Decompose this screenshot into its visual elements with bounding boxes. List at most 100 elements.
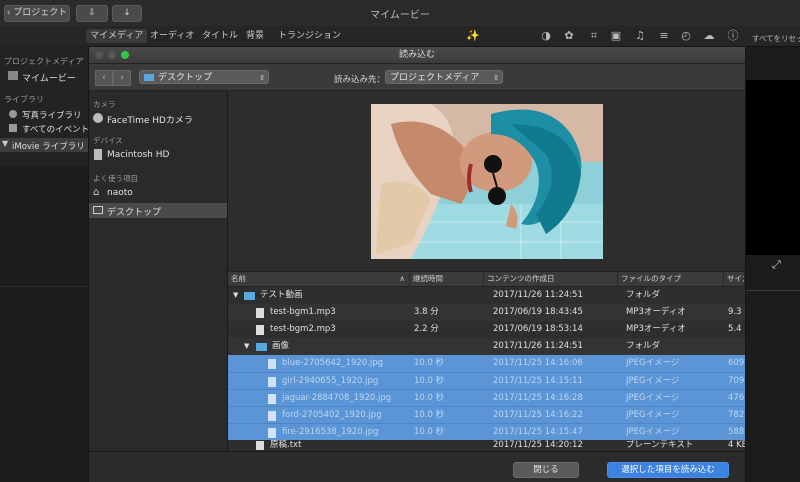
table-row[interactable]: 原稿.txt 2017/11/25 14:20:12 プレーンテキスト 4 KB	[228, 440, 745, 451]
source-item-facetime-camera[interactable]: FaceTime HDカメラ	[107, 113, 193, 126]
file-type: JPEGイメージ	[626, 376, 680, 386]
dialog-footer: 閉じる 選択した項目を読み込む	[89, 451, 745, 482]
image-file-icon	[268, 411, 276, 421]
chevron-right-icon: ›	[120, 73, 124, 83]
file-date: 2017/11/25 14:15:47	[493, 427, 583, 437]
noise-reduction-icon[interactable]: ☁	[703, 30, 715, 42]
chevron-left-icon: ‹	[102, 73, 106, 83]
column-header-name[interactable]: 名前 ∧	[228, 272, 410, 286]
tab-my-media[interactable]: マイメディア	[86, 29, 148, 43]
color-palette-icon[interactable]: ✿	[563, 30, 575, 42]
library-item-all-events[interactable]: すべてのイベント	[22, 123, 88, 135]
file-type: JPEGイメージ	[626, 410, 680, 420]
up-down-chevron-icon: ⇳	[493, 74, 499, 82]
reset-all-button[interactable]: すべてをリセット	[752, 33, 800, 44]
zoom-window-button[interactable]	[121, 51, 129, 59]
file-name: girl-2940655_1920.jpg	[282, 376, 379, 386]
file-size: 476	[728, 393, 745, 403]
magic-wand-icon[interactable]: ✨	[466, 30, 480, 42]
file-date: 2017/06/19 18:53:14	[493, 324, 583, 334]
disclosure-triangle-icon[interactable]: ▼	[244, 338, 249, 355]
file-type: フォルダ	[626, 341, 661, 351]
table-row[interactable]: blue-2705642_1920.jpg 10.0 秒 2017/11/25 …	[228, 355, 745, 372]
source-item-home[interactable]: naoto	[107, 188, 133, 198]
table-row[interactable]: fire-2916538_1920.jpg 10.0 秒 2017/11/25 …	[228, 423, 745, 441]
equalizer-icon[interactable]: ≡	[658, 30, 670, 42]
close-window-button[interactable]	[95, 51, 103, 59]
project-media-heading: プロジェクトメディア	[4, 57, 84, 66]
text-file-icon	[256, 441, 264, 450]
imovie-library-label: iMovie ライブラリ	[12, 142, 85, 152]
import-destination-select[interactable]: プロジェクトメディア ⇳	[385, 70, 503, 84]
tab-transitions[interactable]: トランジション	[274, 29, 345, 43]
audio-file-icon	[256, 325, 264, 335]
speed-icon[interactable]: ◴	[680, 30, 692, 42]
desktop-icon	[93, 206, 103, 214]
tab-titles[interactable]: タイトル	[198, 29, 242, 43]
fullscreen-icon[interactable]: ⤢	[772, 258, 781, 272]
file-duration: 10.0 秒	[414, 410, 445, 420]
file-name: 原稿.txt	[270, 440, 302, 450]
imovie-library-row[interactable]: ▼ iMovie ライブラリ	[0, 138, 88, 152]
forward-nav-button[interactable]: ›	[113, 70, 131, 86]
image-file-icon	[268, 394, 276, 404]
file-duration: 3.8 分	[414, 307, 439, 317]
source-sidebar: カメラ FaceTime HDカメラ デバイス Macintosh HD よく使…	[89, 91, 228, 451]
divider	[0, 286, 88, 287]
image-file-icon	[268, 377, 276, 387]
film-icon	[8, 71, 18, 80]
file-type: JPEGイメージ	[626, 427, 680, 437]
table-row[interactable]: ▼ 画像 2017/11/26 11:24:51 フォルダ	[228, 338, 745, 355]
file-date: 2017/06/19 18:43:45	[493, 307, 583, 317]
back-nav-button[interactable]: ‹	[95, 70, 113, 86]
table-row[interactable]: test-bgm2.mp3 2.2 分 2017/06/19 18:53:14 …	[228, 321, 745, 338]
location-select[interactable]: デスクトップ ⇳	[139, 70, 269, 84]
viewer	[744, 80, 800, 255]
close-button[interactable]: 閉じる	[513, 462, 579, 478]
camera-heading: カメラ	[93, 100, 116, 109]
column-header-date[interactable]: コンテンツの作成日	[484, 272, 618, 286]
dialog-toolbar: ‹ › デスクトップ ⇳ 読み込み先： プロジェクトメディア ⇳	[89, 64, 745, 91]
file-table-header: 名前∧ 継続時間 コンテンツの作成日 ファイルのタイプ サイズ	[228, 271, 745, 287]
source-item-macintosh-hd[interactable]: Macintosh HD	[107, 150, 169, 160]
stabilization-icon[interactable]: ▣	[610, 30, 622, 42]
source-item-desktop[interactable]: デスクトップ	[89, 203, 227, 218]
file-date: 2017/11/25 14:16:06	[493, 358, 583, 368]
file-date: 2017/11/25 14:16:28	[493, 393, 583, 403]
file-date: 2017/11/25 14:16:22	[493, 410, 583, 420]
import-selected-button[interactable]: 選択した項目を読み込む	[607, 462, 729, 478]
table-row[interactable]: jaguar-2884708_1920.jpg 10.0 秒 2017/11/2…	[228, 389, 745, 407]
file-date: 2017/11/25 14:15:11	[493, 376, 583, 386]
file-name: fire-2916538_1920.jpg	[282, 427, 379, 437]
info-icon[interactable]: ⓘ	[727, 30, 739, 42]
tab-backgrounds[interactable]: 背景	[242, 29, 268, 43]
table-row[interactable]: ▼ テスト動画 2017/11/26 11:24:51 フォルダ	[228, 287, 745, 304]
table-row[interactable]: test-bgm1.mp3 3.8 分 2017/06/19 18:43:45 …	[228, 304, 745, 321]
file-type: JPEGイメージ	[626, 393, 680, 403]
color-balance-icon[interactable]: ◑	[540, 30, 552, 42]
table-row[interactable]: girl-2940655_1920.jpg 10.0 秒 2017/11/25 …	[228, 372, 745, 390]
column-header-type[interactable]: ファイルのタイプ	[618, 272, 724, 286]
file-size: 709	[728, 376, 745, 386]
device-heading: デバイス	[93, 136, 123, 145]
disclosure-triangle-icon[interactable]: ▼	[233, 287, 238, 304]
column-header-size[interactable]: サイズ	[724, 272, 745, 286]
file-duration	[414, 338, 484, 355]
minimize-window-button[interactable]	[108, 51, 116, 59]
crop-icon[interactable]: ⌗	[588, 30, 600, 42]
image-preview	[371, 104, 603, 259]
project-item[interactable]: マイムービー	[22, 71, 76, 84]
audio-file-icon	[256, 308, 264, 318]
table-row[interactable]: ford-2705402_1920.jpg 10.0 秒 2017/11/25 …	[228, 406, 745, 424]
file-duration: 10.0 秒	[414, 358, 445, 368]
file-size: 609	[728, 358, 745, 368]
tab-audio[interactable]: オーディオ	[146, 29, 198, 43]
image-file-icon	[268, 428, 276, 438]
file-type: MP3オーディオ	[626, 324, 686, 334]
library-item-photos[interactable]: 写真ライブラリ	[22, 109, 82, 121]
up-down-chevron-icon: ⇳	[259, 74, 265, 82]
file-date: 2017/11/26 11:24:51	[493, 290, 583, 300]
column-header-duration[interactable]: 継続時間	[410, 272, 484, 286]
volume-icon[interactable]: ♫	[634, 30, 646, 42]
import-to-label: 読み込み先：	[334, 75, 386, 85]
